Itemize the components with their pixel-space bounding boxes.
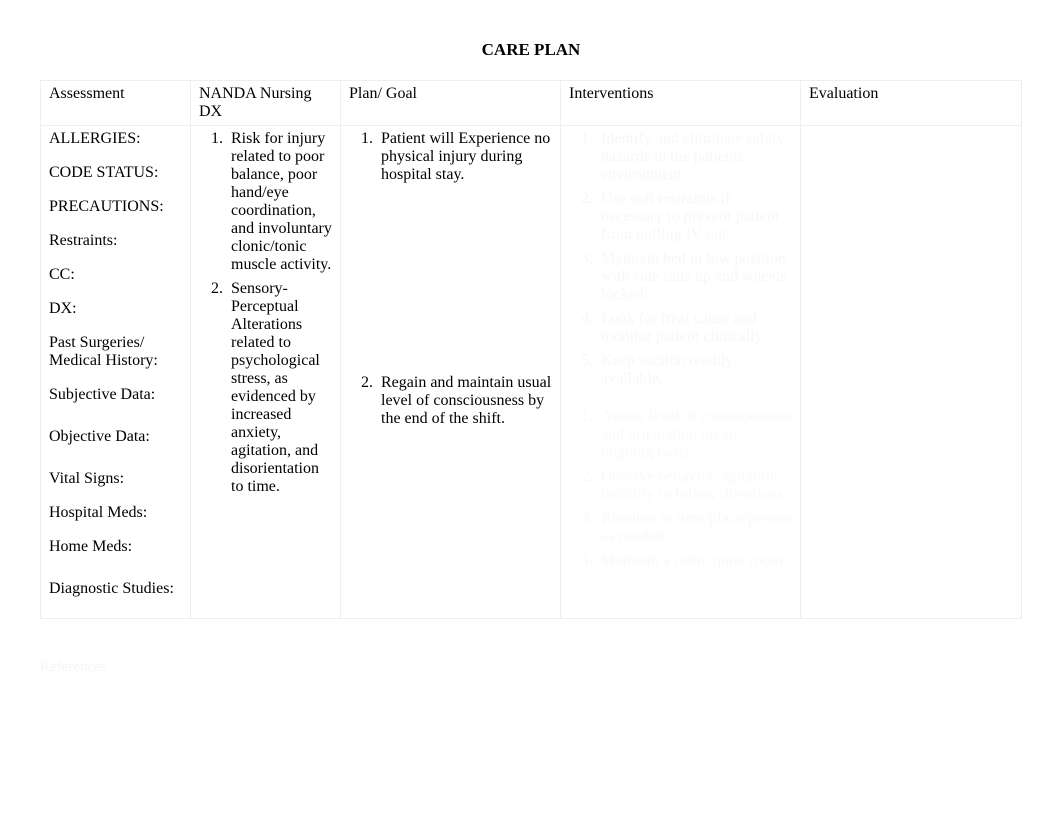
plan-list: Patient will Experience no physical inju… [349, 130, 552, 428]
assessment-diagnostic-studies: Diagnostic Studies: [49, 580, 182, 598]
nanda-item-1: Risk for injury related to poor balance,… [227, 130, 332, 274]
assessment-dx: DX: [49, 300, 182, 318]
interventions-list-1: Identify and eliminate safety hazards in… [569, 130, 792, 388]
evaluation-cell [801, 126, 1022, 619]
table-row: ALLERGIES: CODE STATUS: PRECAUTIONS: Res… [41, 126, 1022, 619]
assessment-cc: CC: [49, 266, 182, 284]
plan-item-1: Patient will Experience no physical inju… [377, 130, 552, 184]
assessment-home-meds: Home Meds: [49, 538, 182, 556]
table-header-row: Assessment NANDA Nursing DX Plan/ Goal I… [41, 81, 1022, 126]
assessment-hospital-meds: Hospital Meds: [49, 504, 182, 522]
header-assessment: Assessment [41, 81, 191, 126]
interventions-cell: Identify and eliminate safety hazards in… [561, 126, 801, 619]
plan-cell: Patient will Experience no physical inju… [341, 126, 561, 619]
intervention-1-3: Maintain bed in low position with side r… [597, 250, 792, 304]
nanda-list: Risk for injury related to poor balance,… [199, 130, 332, 496]
assessment-subjective: Subjective Data: [49, 386, 182, 404]
intervention-1-4: Look for treat cause and monitor patient… [597, 310, 792, 346]
intervention-1-1: Identify and eliminate safety hazards in… [597, 130, 792, 184]
intervention-1-2: Use soft restraints if necessary to prev… [597, 190, 792, 244]
header-plan: Plan/ Goal [341, 81, 561, 126]
assessment-precautions: PRECAUTIONS: [49, 198, 182, 216]
intervention-2-3: Reorient to time/place/person as needed. [597, 510, 792, 546]
assessment-cell: ALLERGIES: CODE STATUS: PRECAUTIONS: Res… [41, 126, 191, 619]
page-title: CARE PLAN [40, 40, 1022, 60]
assessment-objective: Objective Data: [49, 428, 182, 446]
intervention-2-4: Maintain a calm, quiet room. [597, 552, 792, 570]
references-label: References [40, 659, 1022, 676]
assessment-allergies: ALLERGIES: [49, 130, 182, 148]
intervention-1-5: Keep suction readily available. [597, 352, 792, 388]
intervention-2-2: Observe behavior, agitation, inability t… [597, 468, 792, 504]
plan-item-2: Regain and maintain usual level of consc… [377, 374, 552, 428]
nanda-cell: Risk for injury related to poor balance,… [191, 126, 341, 619]
assessment-vital-signs: Vital Signs: [49, 470, 182, 488]
intervention-2-1: Assess level of consciousness and orient… [597, 408, 792, 462]
header-nanda: NANDA Nursing DX [191, 81, 341, 126]
nanda-item-2: Sensory-Perceptual Alterations related t… [227, 280, 332, 496]
assessment-past-surgeries: Past Surgeries/ Medical History: [49, 334, 182, 370]
assessment-code-status: CODE STATUS: [49, 164, 182, 182]
assessment-restraints: Restraints: [49, 232, 182, 250]
interventions-list-2: Assess level of consciousness and orient… [569, 408, 792, 570]
header-interventions: Interventions [561, 81, 801, 126]
header-evaluation: Evaluation [801, 81, 1022, 126]
care-plan-table: Assessment NANDA Nursing DX Plan/ Goal I… [40, 80, 1022, 619]
